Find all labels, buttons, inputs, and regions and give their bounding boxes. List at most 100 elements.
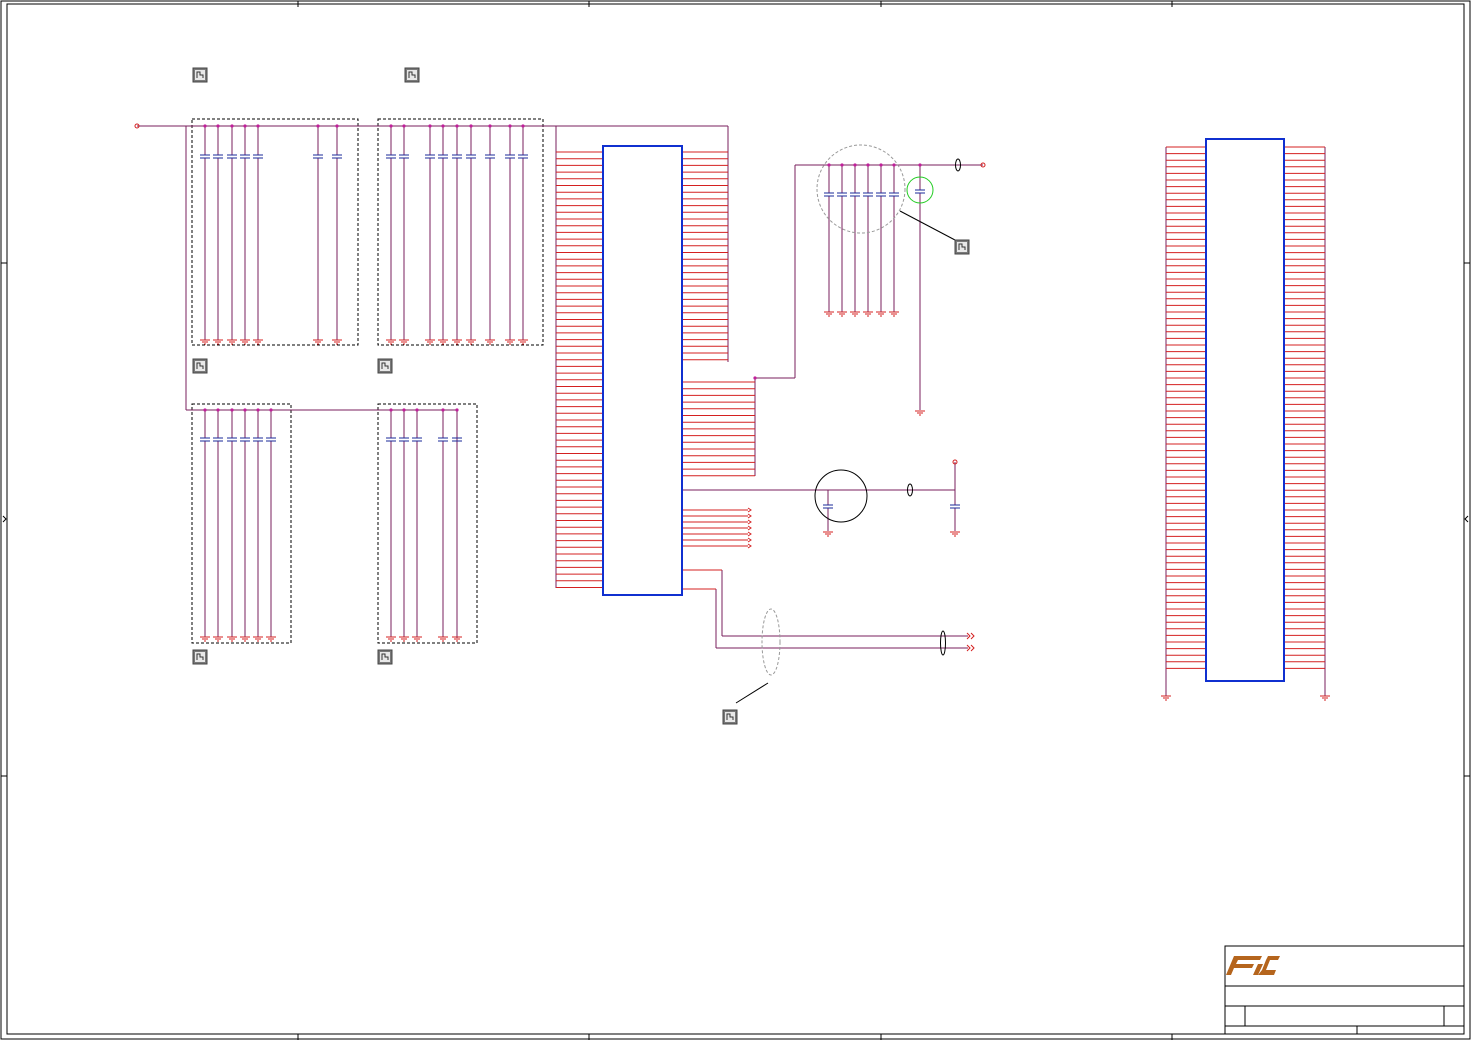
junction-dot xyxy=(879,163,883,167)
ground-symbol xyxy=(213,339,223,345)
junction-dot xyxy=(840,163,844,167)
wire-layer xyxy=(134,123,1326,696)
junction-dot xyxy=(243,124,247,128)
ground-symbol xyxy=(332,339,342,345)
note-icon-top-left-2[interactable] xyxy=(404,67,420,83)
offpage-arrow xyxy=(747,519,752,525)
junction-dot xyxy=(827,163,831,167)
ground-symbol xyxy=(438,636,448,642)
capacitor-symbol xyxy=(386,154,396,159)
capacitor-symbol xyxy=(313,154,323,159)
capacitor-symbol xyxy=(253,154,263,159)
ground-symbol xyxy=(425,339,435,345)
junction-dot xyxy=(256,124,260,128)
ground-symbol xyxy=(313,339,323,345)
capacitor-symbol xyxy=(438,154,448,159)
capacitor-symbol xyxy=(876,192,886,197)
junction-dot xyxy=(402,408,406,412)
junction-dot xyxy=(428,124,432,128)
junction-dot xyxy=(335,124,339,128)
decoupling-group-a xyxy=(191,118,359,346)
junction-dot xyxy=(216,124,220,128)
ground-symbol xyxy=(505,339,515,345)
offpage-arrow xyxy=(747,531,752,537)
junction-dot xyxy=(892,163,896,167)
sheet-frame xyxy=(0,0,1471,1040)
note-icon-top-left-1[interactable] xyxy=(192,67,208,83)
capacitor-symbol xyxy=(466,154,476,159)
zone-arrow xyxy=(2,515,7,523)
junction-dot xyxy=(488,124,492,128)
ground-symbol xyxy=(213,636,223,642)
note-icon-filter[interactable] xyxy=(954,239,970,255)
capacitor-symbol xyxy=(227,154,237,159)
junction-dot xyxy=(455,124,459,128)
ic-main-body[interactable] xyxy=(602,145,683,596)
offpage-arrow xyxy=(747,507,752,513)
capacitor-symbol xyxy=(425,154,435,159)
note-icon-group-d[interactable] xyxy=(377,649,393,665)
junction-dot xyxy=(389,124,393,128)
note-icon-group-b[interactable] xyxy=(377,358,393,374)
junction-dot xyxy=(508,124,512,128)
ground-symbol xyxy=(399,339,409,345)
junction-dot xyxy=(415,408,419,412)
ground-symbol xyxy=(240,339,250,345)
capacitor-symbol xyxy=(823,504,833,509)
note-icon-group-c[interactable] xyxy=(192,649,208,665)
ground-symbol xyxy=(438,339,448,345)
junction-dot xyxy=(918,163,922,167)
note-icon-diff-pair[interactable] xyxy=(722,709,738,725)
ic-right-body[interactable] xyxy=(1205,138,1285,682)
ground-symbol xyxy=(1320,695,1330,701)
capacitor-symbol xyxy=(399,154,409,159)
junction-dot xyxy=(455,408,459,412)
offpage-arrow xyxy=(747,525,752,531)
ground-symbol xyxy=(227,636,237,642)
capacitor-symbol xyxy=(438,437,448,442)
ground-symbol xyxy=(518,339,528,345)
junction-dot xyxy=(316,124,320,128)
junction-dot xyxy=(256,408,260,412)
frame-zone-ticks xyxy=(1,1,1470,1040)
title-block xyxy=(1224,945,1465,1035)
capacitor-symbol xyxy=(200,154,210,159)
schematic-sheet xyxy=(0,0,1471,1040)
offpage-arrow xyxy=(747,543,752,549)
ground-symbol xyxy=(889,311,899,317)
ground-symbol xyxy=(200,636,210,642)
net-marker-ellipse-3 xyxy=(940,630,946,656)
ground-symbol xyxy=(915,410,925,416)
ground-symbol xyxy=(266,636,276,642)
capacitor-symbol xyxy=(386,437,396,442)
capacitor-symbol xyxy=(240,437,250,442)
capacitor-symbol xyxy=(200,437,210,442)
junction-dot xyxy=(243,408,247,412)
ground-symbol xyxy=(863,311,873,317)
capacitor-symbol xyxy=(253,437,263,442)
junction-dot xyxy=(441,124,445,128)
ground-symbol xyxy=(824,311,834,317)
offpage-arrow xyxy=(747,513,752,519)
ground-symbol xyxy=(452,339,462,345)
ground-symbol xyxy=(850,311,860,317)
capacitor-symbol xyxy=(266,437,276,442)
ground-symbol xyxy=(485,339,495,345)
capacitor-symbol xyxy=(399,437,409,442)
capacitor-symbol xyxy=(863,192,873,197)
ground-symbol xyxy=(950,531,960,537)
ground-symbol xyxy=(227,339,237,345)
ground-symbol xyxy=(876,311,886,317)
ground-layer xyxy=(200,311,1330,701)
junction-dot xyxy=(402,124,406,128)
ground-symbol xyxy=(466,339,476,345)
leader-line-diff xyxy=(735,682,769,704)
junction-dot xyxy=(853,163,857,167)
capacitor-symbol xyxy=(850,192,860,197)
junction-dot xyxy=(469,124,473,128)
decoupling-group-d xyxy=(377,403,478,644)
offpage-arrow xyxy=(747,537,752,543)
note-icon-group-a[interactable] xyxy=(192,358,208,374)
ground-symbol xyxy=(200,339,210,345)
junction-dot xyxy=(389,408,393,412)
